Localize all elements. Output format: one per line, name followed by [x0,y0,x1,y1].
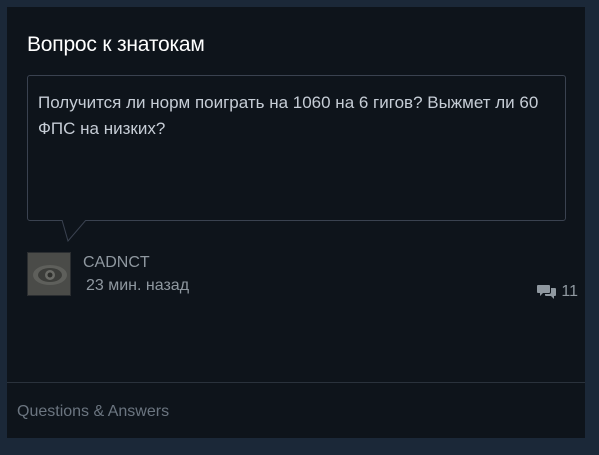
widget-title: Вопрос к знатокам [27,33,205,56]
question-bubble[interactable]: Получится ли норм поиграть на 1060 на 6 … [27,75,566,221]
question-text: Получится ли норм поиграть на 1060 на 6 … [38,93,539,138]
author-name[interactable]: CADNCT [83,254,150,272]
comment-count: 11 [561,283,578,300]
avatar[interactable] [27,252,71,296]
footer-section-link[interactable]: Questions & Answers [17,403,169,421]
speech-bubbles-icon [537,285,557,299]
comment-count-link[interactable]: 11 [537,283,578,301]
divider [7,382,585,383]
question-card[interactable]: Вопрос к знатокам Получится ли норм поиг… [7,7,585,438]
post-time: 23 мин. назад [86,277,190,294]
eye-avatar-image [28,253,70,295]
bubble-tail [61,220,87,242]
